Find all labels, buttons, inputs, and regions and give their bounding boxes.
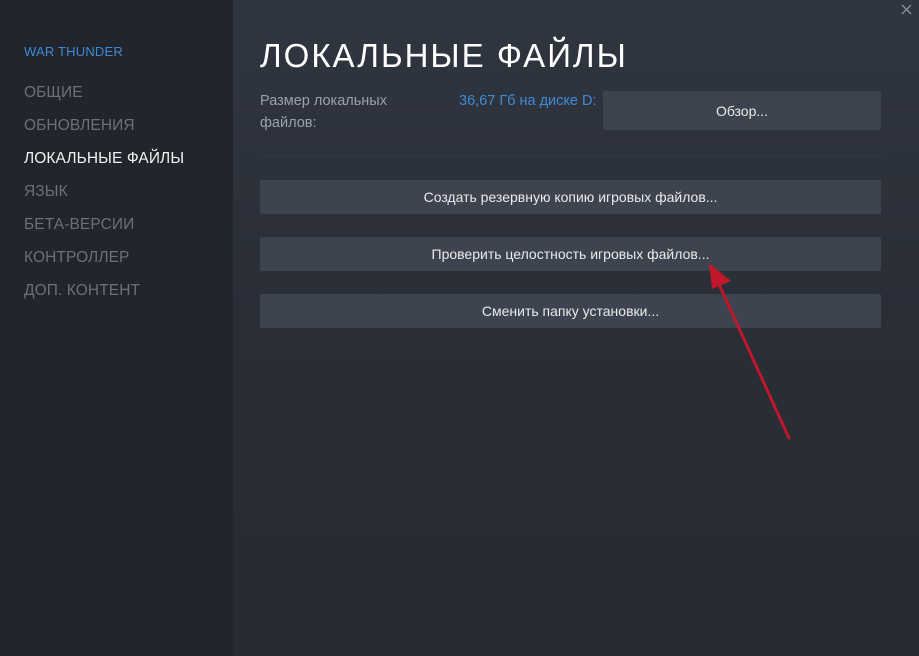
verify-integrity-button[interactable]: Проверить целостность игровых файлов... — [260, 237, 881, 271]
properties-window: WAR THUNDER ОБЩИЕ ОБНОВЛЕНИЯ ЛОКАЛЬНЫЕ Ф… — [0, 0, 919, 656]
sidebar-item-controller[interactable]: КОНТРОЛЛЕР — [24, 249, 129, 267]
divider — [260, 155, 881, 156]
browse-button[interactable]: Обзор... — [603, 91, 881, 130]
backup-game-files-button[interactable]: Создать резервную копию игровых файлов..… — [260, 180, 881, 214]
sidebar-item-betas[interactable]: БЕТА-ВЕРСИИ — [24, 216, 134, 234]
sidebar-item-language[interactable]: ЯЗЫК — [24, 183, 68, 201]
close-icon[interactable] — [900, 3, 913, 16]
sidebar-item-dlc[interactable]: ДОП. КОНТЕНТ — [24, 282, 140, 300]
local-files-size-label: Размер локальных файлов: — [260, 93, 387, 131]
page-title: ЛОКАЛЬНЫЕ ФАЙЛЫ — [260, 37, 628, 74]
sidebar-item-local-files[interactable]: ЛОКАЛЬНЫЕ ФАЙЛЫ — [24, 150, 184, 168]
sidebar-item-updates[interactable]: ОБНОВЛЕНИЯ — [24, 117, 135, 135]
local-files-size-value: 36,67 Гб на диске D: — [459, 93, 597, 109]
sidebar-item-general[interactable]: ОБЩИЕ — [24, 84, 83, 102]
sidebar: WAR THUNDER ОБЩИЕ ОБНОВЛЕНИЯ ЛОКАЛЬНЫЕ Ф… — [0, 0, 233, 656]
move-install-folder-button[interactable]: Сменить папку установки... — [260, 294, 881, 328]
game-title: WAR THUNDER — [24, 44, 123, 59]
